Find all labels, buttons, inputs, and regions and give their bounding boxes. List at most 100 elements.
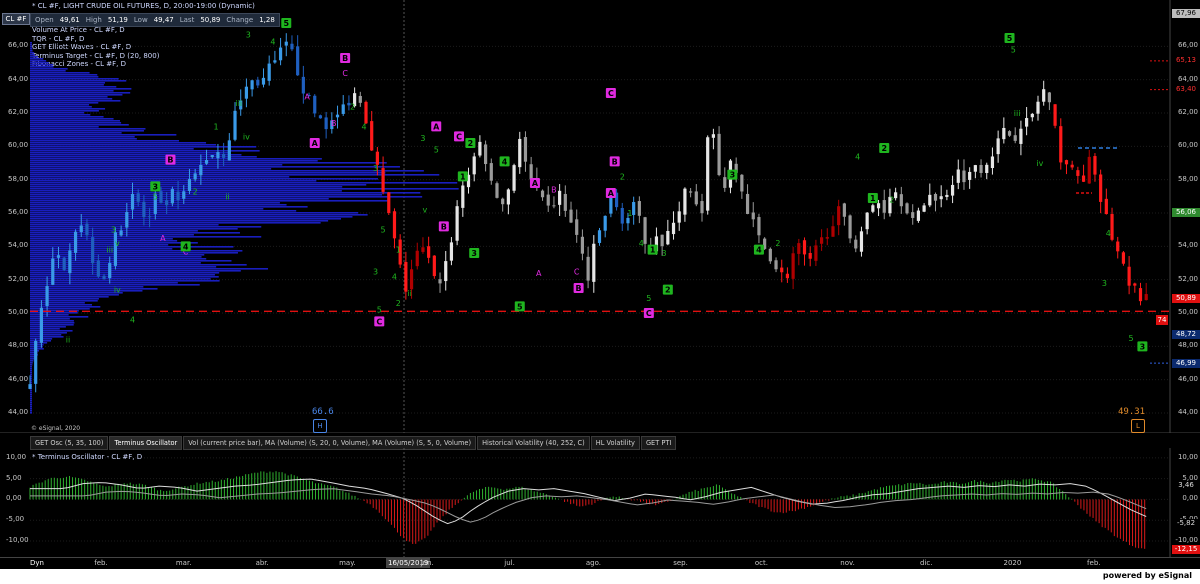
volume-at-price-bar [30, 96, 108, 98]
candle-body [375, 151, 379, 165]
volume-at-price-bar [30, 126, 99, 128]
candle-body [125, 211, 129, 228]
volume-at-price-bar [30, 306, 101, 308]
volume-at-price-bar [30, 364, 33, 366]
wave-label: B [342, 54, 348, 63]
wave-label: 4 [130, 316, 135, 325]
volume-at-price-bar [30, 170, 424, 172]
candle-body [512, 165, 516, 191]
volume-at-price-bar [30, 164, 283, 166]
volume-at-price-bar [30, 222, 321, 224]
osc-left-tick-label: 10,00 [6, 452, 27, 461]
wave-label: iv [114, 286, 121, 295]
volume-at-price-bar [30, 302, 85, 304]
volume-at-price-bar [30, 124, 129, 126]
candle-body [1138, 288, 1143, 302]
price-tick-label: 54,00 [1177, 241, 1198, 250]
volume-at-price-bar [30, 254, 205, 256]
candle-body [1019, 128, 1023, 144]
volume-at-price-bar [30, 362, 33, 364]
candle-body [950, 184, 955, 196]
volume-at-price-bar [30, 248, 173, 250]
candle-body [968, 171, 972, 180]
price-tag: 65,13 [1172, 56, 1200, 66]
wave-label: 2 [889, 196, 894, 205]
candle-body [489, 163, 493, 181]
volume-at-price-bar [30, 194, 383, 196]
month-label: may. [339, 559, 356, 567]
candle-body [222, 153, 226, 158]
volume-at-price-bar [30, 404, 32, 406]
candle-body [483, 144, 488, 165]
volume-at-price-bar [30, 228, 238, 230]
price-tick-label: 58,00 [1177, 174, 1198, 183]
candle-body [1081, 175, 1086, 182]
candle-body [523, 137, 528, 162]
volume-at-price-bar [30, 144, 217, 146]
candle-body [592, 243, 596, 282]
osc-left-tick-label: -5,00 [6, 515, 25, 524]
candle-body [558, 190, 562, 205]
candle-body [444, 261, 448, 282]
candle-body [1133, 283, 1137, 286]
candle-body [358, 95, 362, 103]
price-tag: 56,06 [1172, 207, 1200, 217]
volume-at-price-bar [30, 142, 207, 144]
volume-at-price-bar [30, 186, 343, 188]
candle-body [136, 193, 140, 202]
wave-label: 5 [1011, 46, 1016, 55]
volume-at-price-bar [30, 136, 135, 138]
candle-body [193, 173, 197, 180]
volume-at-price-bar [30, 134, 177, 136]
volume-at-price-bar [30, 140, 179, 142]
wave-label: 4 [639, 239, 644, 248]
volume-at-price-bar [30, 406, 32, 408]
candle-body [301, 76, 305, 94]
candle-body [757, 217, 761, 236]
wave-label: B [576, 284, 582, 293]
volume-at-price-bar [30, 292, 123, 294]
dyn-label[interactable]: Dyn [30, 559, 44, 567]
price-tag: 63,40 [1172, 85, 1200, 95]
volume-at-price-bar [30, 288, 158, 290]
candle-body [34, 341, 38, 384]
oscillator-chart[interactable] [0, 448, 1200, 558]
candle-body [216, 152, 220, 159]
candle-body [130, 193, 135, 210]
volume-at-price-bar [30, 188, 459, 190]
candle-body [370, 121, 374, 151]
left-price-tick-label: 56,00 [8, 208, 29, 216]
candle-body [204, 160, 209, 164]
candle-body [717, 133, 721, 176]
candle-body [62, 257, 66, 270]
price-tag: 46,99 [1172, 358, 1200, 368]
high-marker-icon: H [313, 419, 327, 433]
candle-body [427, 246, 431, 258]
candle-body [603, 215, 607, 231]
candle-body [1099, 174, 1103, 202]
wave-label: B [331, 119, 337, 128]
candle-body [802, 240, 807, 255]
candle-body [956, 169, 960, 183]
price-chart[interactable]: 354355iiiiv353iiiviv4iiBAC421iiiviiiABAB… [0, 0, 1200, 433]
volume-at-price-bar [30, 240, 178, 242]
wave-label: B [551, 186, 557, 195]
candle-body [159, 191, 163, 203]
month-label: mar. [175, 559, 192, 567]
wave-label: 5 [377, 306, 382, 315]
volume-at-price-bar [30, 236, 262, 238]
candle-body [278, 47, 283, 61]
volume-at-price-bar [30, 400, 32, 402]
volume-at-price-bar [30, 366, 32, 368]
wave-label: iv [243, 132, 250, 141]
volume-at-price-bar [30, 108, 106, 110]
left-price-tick-label: 44,00 [8, 408, 29, 416]
candle-body [210, 155, 214, 158]
volume-at-price-bar [30, 80, 127, 82]
wave-label: A [608, 189, 615, 198]
wave-label: 3 [152, 182, 158, 191]
candle-body [825, 237, 829, 239]
time-axis[interactable]: Dyn 16/05/2019 feb. mar. abr. may. jun. jul. a… [0, 557, 1200, 569]
volume-at-price-bar [30, 78, 119, 80]
wave-label: v [115, 239, 120, 248]
